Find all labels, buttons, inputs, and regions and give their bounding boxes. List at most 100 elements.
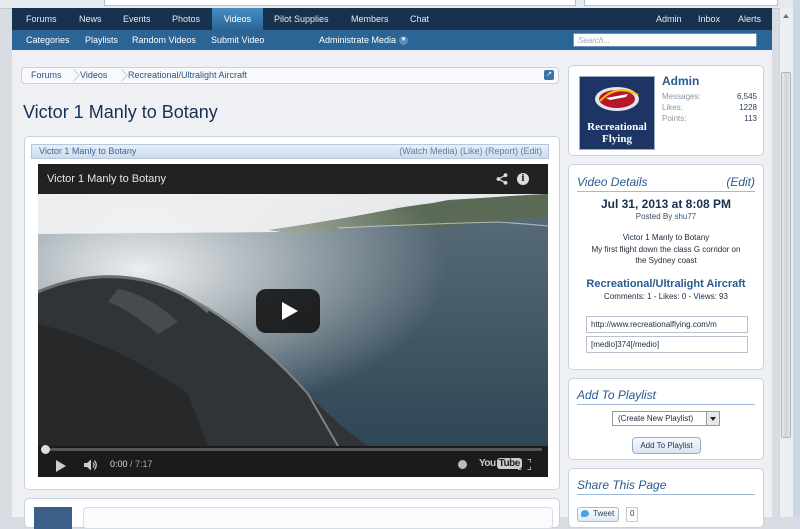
stat-points-value: 113 (744, 114, 757, 123)
section-divider (577, 494, 755, 495)
add-to-playlist-button[interactable]: Add To Playlist (632, 437, 701, 454)
subnav-playlists[interactable]: Playlists (85, 30, 118, 50)
time-display: 0:00 / 7:17 (110, 459, 153, 469)
posted-by-user-link[interactable]: shu77 (674, 212, 696, 221)
media-bbcode-field[interactable]: [medio]374[/medio] (586, 336, 748, 353)
avatar-logo-text: Recreational Flying (580, 121, 654, 145)
nav-tab-forums[interactable]: Forums (18, 8, 65, 30)
player-title[interactable]: Victor 1 Manly to Botany (47, 173, 166, 185)
search-input[interactable]: Search... (573, 33, 757, 47)
video-category-link[interactable]: Recreational/Ultralight Aircraft (569, 278, 763, 290)
video-date: Jul 31, 2013 at 8:08 PM (600, 197, 732, 211)
video-description-line: My first flight down the class G corrido… (591, 245, 741, 254)
main-navigation: Forums News Events Photos Videos Pilot S… (12, 8, 772, 30)
stat-label: Points: (662, 114, 687, 123)
nav-admin-link[interactable]: Admin (648, 8, 690, 30)
user-name-link[interactable]: Admin (662, 74, 699, 88)
user-panel: Recreational Flying Admin Messages: 6,545… (568, 65, 764, 156)
twitter-bird-icon (581, 510, 589, 517)
video-counts: Comments: 1 - Likes: 0 - Views: 93 (604, 292, 728, 301)
breadcrumb: Forums Videos Recreational/Ultralight Ai… (21, 67, 559, 84)
media-header-title: Victor 1 Manly to Botany (39, 146, 137, 156)
subnav-random-videos[interactable]: Random Videos (132, 30, 196, 50)
stat-messages-value: 6,545 (736, 92, 757, 101)
window-frame-right (793, 0, 800, 517)
edit-details-link[interactable]: (Edit) (726, 175, 755, 189)
jump-to-icon[interactable]: ↗ (544, 70, 554, 80)
posted-by-label: Posted By (635, 212, 673, 221)
time-total: / 7:17 (130, 459, 153, 469)
stat-likes-value: 1228 (739, 103, 757, 112)
site-page: Forums News Events Photos Videos Pilot S… (12, 8, 772, 529)
nav-tab-news[interactable]: News (71, 8, 110, 30)
browser-frame-field (584, 0, 778, 6)
nav-tab-chat[interactable]: Chat (402, 8, 437, 30)
video-description-line: the Sydney coast (635, 256, 697, 265)
share-page-panel: Share This Page Tweet 0 (568, 468, 764, 528)
subnav-submit-video[interactable]: Submit Video (211, 30, 264, 50)
subnav-categories[interactable]: Categories (26, 30, 70, 50)
media-header: Victor 1 Manly to Botany (Watch Media) (… (31, 144, 549, 159)
dropdown-arrow-icon[interactable] (706, 412, 719, 425)
video-player[interactable]: Victor 1 Manly to Botany i 0:00 / 7:17 Y… (38, 164, 548, 477)
media-header-links[interactable]: (Watch Media) (Like) (Report) (Edit) (399, 145, 542, 158)
browser-frame-field (104, 0, 576, 6)
video-description-line: Victor 1 Manly to Botany (622, 233, 710, 242)
volume-icon[interactable] (84, 459, 98, 471)
main-content: Forums Videos Recreational/Ultralight Ai… (12, 50, 772, 529)
nav-tab-pilot-supplies[interactable]: Pilot Supplies (266, 8, 337, 30)
nav-tab-photos[interactable]: Photos (164, 8, 208, 30)
add-to-playlist-panel: Add To Playlist (Create New Playlist) Ad… (568, 378, 764, 460)
nav-tab-members[interactable]: Members (343, 8, 397, 30)
subnav-administrate-media[interactable]: Administrate Media ▼ (319, 30, 409, 50)
posted-by: Posted By shu77 (569, 212, 763, 221)
tweet-count: 0 (626, 507, 639, 522)
nav-inbox-link[interactable]: Inbox (690, 8, 728, 30)
fullscreen-icon[interactable] (518, 459, 531, 470)
progress-scrubber-handle[interactable] (41, 445, 50, 454)
nav-tab-events[interactable]: Events (115, 8, 159, 30)
breadcrumb-category[interactable]: Recreational/Ultralight Aircraft (128, 68, 247, 83)
breadcrumb-videos[interactable]: Videos (80, 68, 107, 83)
play-button[interactable] (256, 289, 320, 333)
scroll-up-icon[interactable] (780, 10, 793, 22)
comment-body (83, 507, 553, 529)
share-page-heading: Share This Page (577, 478, 667, 492)
media-url-field[interactable]: http://www.recreationalflying.com/m (586, 316, 748, 333)
media-container: Victor 1 Manly to Botany (Watch Media) (… (24, 136, 560, 490)
youtube-logo-icon[interactable]: You Tube (479, 458, 522, 469)
avatar-logo-line: Recreational (587, 121, 647, 133)
player-title-bar: Victor 1 Manly to Botany i (38, 164, 548, 194)
breadcrumb-separator-icon (119, 68, 127, 83)
breadcrumb-forums[interactable]: Forums (31, 68, 62, 83)
avatar-logo-line: Flying (602, 133, 632, 145)
share-icon[interactable] (496, 173, 508, 185)
settings-icon[interactable] (458, 460, 467, 469)
video-frame[interactable] (38, 194, 548, 446)
nav-tab-videos[interactable]: Videos (212, 8, 263, 30)
player-controls: 0:00 / 7:17 You Tube (38, 454, 548, 477)
video-details-panel: Video Details (Edit) Jul 31, 2013 at 8:0… (568, 164, 764, 370)
comments-preview (24, 498, 560, 529)
play-icon[interactable] (56, 460, 66, 472)
stat-label: Likes: (662, 103, 683, 112)
scrollbar-thumb[interactable] (781, 72, 791, 438)
video-progress-bar[interactable] (44, 448, 542, 451)
page-title: Victor 1 Manly to Botany (23, 102, 218, 122)
administrate-media-label: Administrate Media (319, 35, 397, 45)
page-scrollbar[interactable] (779, 8, 793, 517)
section-divider (577, 191, 755, 192)
tweet-button[interactable]: Tweet (577, 507, 620, 522)
comment-avatar (34, 507, 72, 529)
playlist-select[interactable]: (Create New Playlist) (612, 411, 720, 426)
youtube-logo-you: You (479, 458, 496, 469)
time-current: 0:00 (110, 459, 128, 469)
nav-alerts-link[interactable]: Alerts (730, 8, 769, 30)
avatar[interactable]: Recreational Flying (579, 76, 655, 150)
stat-label: Messages: (662, 92, 701, 101)
playlist-select-value: (Create New Playlist) (618, 414, 694, 423)
info-icon[interactable]: i (517, 173, 529, 185)
add-to-playlist-heading: Add To Playlist (577, 388, 656, 402)
section-divider (577, 404, 755, 405)
video-details-heading: Video Details (577, 175, 648, 189)
